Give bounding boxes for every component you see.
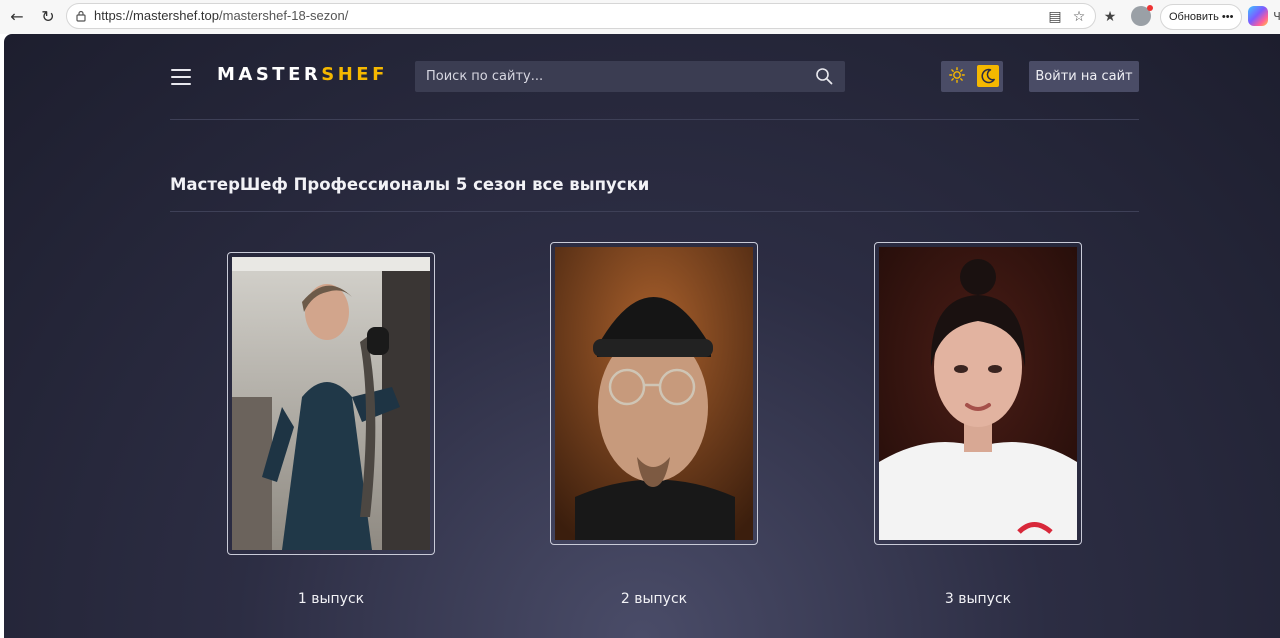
menu-hamburger-icon[interactable] (171, 69, 191, 85)
sidebar-label: Ч (1273, 10, 1280, 23)
url-text: https://mastershef.top/mastershef-18-sez… (94, 8, 349, 23)
theme-switcher (941, 61, 1003, 92)
update-button[interactable]: Обновить ••• (1160, 4, 1243, 30)
back-arrow-icon[interactable]: ← (6, 6, 28, 28)
episode-card[interactable] (227, 252, 435, 555)
sun-icon[interactable] (949, 67, 965, 83)
episode-thumbnail[interactable] (879, 247, 1077, 540)
favorite-star-icon[interactable]: ☆ (1070, 8, 1088, 26)
search-icon[interactable] (815, 67, 833, 85)
page-title: МастерШеф Профессионалы 5 сезон все выпу… (170, 175, 650, 194)
search-input[interactable] (415, 61, 805, 92)
lock-icon (76, 10, 86, 22)
page: MASTERSHEF Войти на сайт МастерШеф Профе… (4, 34, 1280, 638)
title-divider (170, 211, 1139, 212)
copilot-icon[interactable] (1248, 6, 1268, 26)
episode-label[interactable]: 3 выпуск (878, 591, 1078, 607)
browser-toolbar: ← ↻ https://mastershef.top/mastershef-18… (0, 0, 1280, 34)
moon-icon (981, 68, 995, 84)
reader-mode-icon[interactable]: ▤ (1046, 8, 1064, 26)
dark-mode-button[interactable] (977, 65, 999, 87)
search-box (415, 61, 845, 92)
episode-label[interactable]: 2 выпуск (554, 591, 754, 607)
episode-thumbnail[interactable] (555, 247, 753, 540)
header-divider (170, 119, 1139, 120)
episode-thumbnail[interactable] (232, 257, 430, 550)
episode-card[interactable] (874, 242, 1082, 545)
login-button[interactable]: Войти на сайт (1029, 61, 1139, 92)
reload-icon[interactable]: ↻ (37, 6, 59, 28)
episode-card[interactable] (550, 242, 758, 545)
favorites-bar-icon[interactable]: ★ (1100, 6, 1120, 28)
address-bar[interactable]: https://mastershef.top/mastershef-18-sez… (66, 3, 1096, 29)
site-logo[interactable]: MASTERSHEF (217, 64, 388, 85)
episode-label[interactable]: 1 выпуск (231, 591, 431, 607)
profile-avatar[interactable] (1131, 5, 1153, 26)
